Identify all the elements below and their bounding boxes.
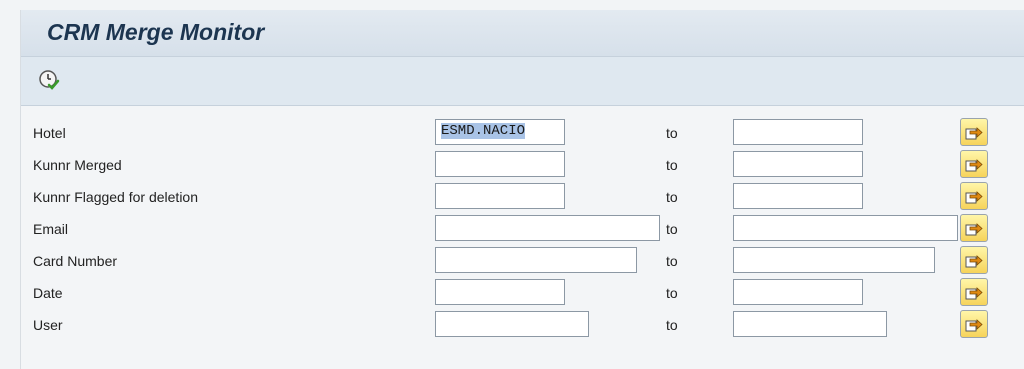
email-to-input[interactable] [733,215,958,241]
selection-row-kunnr-flagged: Kunnr Flagged for deletion to [21,180,1024,212]
card-number-from-input[interactable] [435,247,637,273]
multiple-selection-arrow-icon [965,287,983,300]
to-label: to [666,285,678,301]
to-label: to [666,157,678,173]
execute-button[interactable] [38,69,60,91]
multiple-selection-button[interactable] [960,118,988,146]
selection-row-email: Email to [21,212,1024,244]
to-label: to [666,253,678,269]
multiple-selection-button[interactable] [960,278,988,306]
selection-row-kunnr-merged: Kunnr Merged to [21,148,1024,180]
field-label: Kunnr Merged [33,157,122,173]
user-to-input[interactable] [733,311,887,337]
email-from-input[interactable] [435,215,660,241]
field-label: Kunnr Flagged for deletion [33,189,198,205]
multiple-selection-arrow-icon [965,127,983,140]
kunnr-merged-to-input[interactable] [733,151,863,177]
selection-row-date: Date to [21,276,1024,308]
execute-clock-icon [39,70,60,90]
to-label: to [666,317,678,333]
application-toolbar [21,57,1024,106]
multiple-selection-button[interactable] [960,214,988,242]
page-title: CRM Merge Monitor [47,19,265,45]
hotel-from-input[interactable]: ESMD.NACIO [435,119,565,145]
to-label: to [666,125,678,141]
multiple-selection-arrow-icon [965,319,983,332]
main-window: CRM Merge Monitor Hotel ESMD.NACIO to Ku… [20,10,1024,369]
kunnr-flagged-to-input[interactable] [733,183,863,209]
title-bar: CRM Merge Monitor [21,10,1024,57]
field-label: User [33,317,63,333]
multiple-selection-arrow-icon [965,255,983,268]
selection-row-hotel: Hotel ESMD.NACIO to [21,116,1024,148]
hotel-to-input[interactable] [733,119,863,145]
multiple-selection-button[interactable] [960,182,988,210]
field-label: Hotel [33,125,66,141]
to-label: to [666,189,678,205]
multiple-selection-button[interactable] [960,150,988,178]
kunnr-merged-from-input[interactable] [435,151,565,177]
multiple-selection-arrow-icon [965,159,983,172]
multiple-selection-button[interactable] [960,310,988,338]
selection-row-user: User to [21,308,1024,340]
selection-row-card-number: Card Number to [21,244,1024,276]
date-from-input[interactable] [435,279,565,305]
multiple-selection-arrow-icon [965,223,983,236]
to-label: to [666,221,678,237]
selection-screen: Hotel ESMD.NACIO to Kunnr Merged to Kunn… [21,106,1024,369]
kunnr-flagged-from-input[interactable] [435,183,565,209]
user-from-input[interactable] [435,311,589,337]
multiple-selection-button[interactable] [960,246,988,274]
multiple-selection-arrow-icon [965,191,983,204]
date-to-input[interactable] [733,279,863,305]
field-label: Card Number [33,253,118,269]
field-label: Email [33,221,69,237]
field-label: Date [33,285,63,301]
card-number-to-input[interactable] [733,247,935,273]
